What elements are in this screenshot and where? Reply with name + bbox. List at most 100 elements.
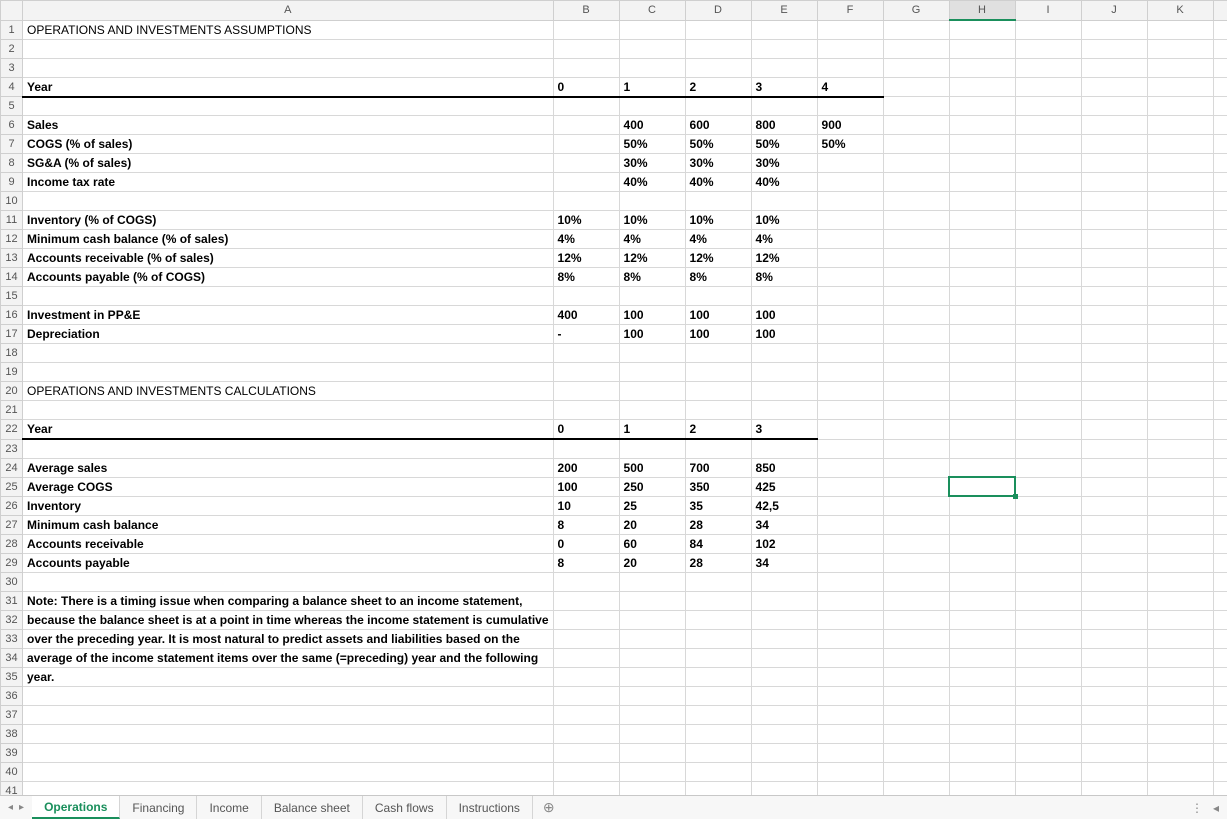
cell-B27[interactable]: 8: [553, 515, 619, 534]
cell-H38[interactable]: [949, 724, 1015, 743]
cell-H30[interactable]: [949, 572, 1015, 591]
cell-G5[interactable]: [883, 97, 949, 116]
cell-I31[interactable]: [1015, 591, 1081, 610]
row-header-27[interactable]: 27: [1, 515, 23, 534]
cell-F11[interactable]: [817, 211, 883, 230]
cell-H6[interactable]: [949, 116, 1015, 135]
cell-F30[interactable]: [817, 572, 883, 591]
cell-F22[interactable]: [817, 420, 883, 440]
cell-A12[interactable]: Minimum cash balance (% of sales): [23, 230, 554, 249]
cell-G15[interactable]: [883, 287, 949, 306]
cell-L4[interactable]: [1213, 77, 1227, 97]
cell-J21[interactable]: [1081, 401, 1147, 420]
cell-D20[interactable]: [685, 382, 751, 401]
cell-C37[interactable]: [619, 705, 685, 724]
column-header-I[interactable]: I: [1015, 1, 1081, 21]
cell-L8[interactable]: [1213, 154, 1227, 173]
cell-B26[interactable]: 10: [553, 496, 619, 515]
cell-F25[interactable]: [817, 477, 883, 496]
cell-A14[interactable]: Accounts payable (% of COGS): [23, 268, 554, 287]
cell-J28[interactable]: [1081, 534, 1147, 553]
cell-D26[interactable]: 35: [685, 496, 751, 515]
cell-K22[interactable]: [1147, 420, 1213, 440]
cell-B39[interactable]: [553, 743, 619, 762]
cell-K7[interactable]: [1147, 135, 1213, 154]
row-header-15[interactable]: 15: [1, 287, 23, 306]
cell-I13[interactable]: [1015, 249, 1081, 268]
cell-H29[interactable]: [949, 553, 1015, 572]
cell-G30[interactable]: [883, 572, 949, 591]
cell-B12[interactable]: 4%: [553, 230, 619, 249]
cell-L16[interactable]: [1213, 306, 1227, 325]
cell-F39[interactable]: [817, 743, 883, 762]
cell-C7[interactable]: 50%: [619, 135, 685, 154]
cell-L39[interactable]: [1213, 743, 1227, 762]
cell-B8[interactable]: [553, 154, 619, 173]
cell-E29[interactable]: 34: [751, 553, 817, 572]
cell-I5[interactable]: [1015, 97, 1081, 116]
cell-A2[interactable]: [23, 39, 554, 58]
cell-K30[interactable]: [1147, 572, 1213, 591]
cell-D3[interactable]: [685, 58, 751, 77]
cell-F16[interactable]: [817, 306, 883, 325]
cell-A30[interactable]: [23, 572, 554, 591]
cell-C13[interactable]: 12%: [619, 249, 685, 268]
cell-L25[interactable]: [1213, 477, 1227, 496]
row-header-35[interactable]: 35: [1, 667, 23, 686]
cell-I10[interactable]: [1015, 192, 1081, 211]
cell-G12[interactable]: [883, 230, 949, 249]
cell-I15[interactable]: [1015, 287, 1081, 306]
cell-E18[interactable]: [751, 344, 817, 363]
cell-F21[interactable]: [817, 401, 883, 420]
cell-H16[interactable]: [949, 306, 1015, 325]
tab-options-icon[interactable]: ⋮: [1191, 801, 1203, 815]
cell-I9[interactable]: [1015, 173, 1081, 192]
cell-L5[interactable]: [1213, 97, 1227, 116]
cell-L1[interactable]: [1213, 20, 1227, 39]
cell-K21[interactable]: [1147, 401, 1213, 420]
row-header-32[interactable]: 32: [1, 610, 23, 629]
cell-H17[interactable]: [949, 325, 1015, 344]
cell-B24[interactable]: 200: [553, 458, 619, 477]
cell-C12[interactable]: 4%: [619, 230, 685, 249]
cell-D13[interactable]: 12%: [685, 249, 751, 268]
cell-G27[interactable]: [883, 515, 949, 534]
cell-J6[interactable]: [1081, 116, 1147, 135]
cell-C20[interactable]: [619, 382, 685, 401]
row-header-12[interactable]: 12: [1, 230, 23, 249]
cell-B30[interactable]: [553, 572, 619, 591]
cell-J9[interactable]: [1081, 173, 1147, 192]
cell-C32[interactable]: [619, 610, 685, 629]
cell-F31[interactable]: [817, 591, 883, 610]
cell-E3[interactable]: [751, 58, 817, 77]
cell-I40[interactable]: [1015, 762, 1081, 781]
cell-I17[interactable]: [1015, 325, 1081, 344]
cell-B11[interactable]: 10%: [553, 211, 619, 230]
cell-D11[interactable]: 10%: [685, 211, 751, 230]
cell-E11[interactable]: 10%: [751, 211, 817, 230]
cell-G21[interactable]: [883, 401, 949, 420]
column-header-C[interactable]: C: [619, 1, 685, 21]
cell-J20[interactable]: [1081, 382, 1147, 401]
cell-G29[interactable]: [883, 553, 949, 572]
cell-I26[interactable]: [1015, 496, 1081, 515]
cell-J35[interactable]: [1081, 667, 1147, 686]
cell-A11[interactable]: Inventory (% of COGS): [23, 211, 554, 230]
cell-F15[interactable]: [817, 287, 883, 306]
row-header-9[interactable]: 9: [1, 173, 23, 192]
cell-E12[interactable]: 4%: [751, 230, 817, 249]
cell-H12[interactable]: [949, 230, 1015, 249]
cell-K24[interactable]: [1147, 458, 1213, 477]
cell-C8[interactable]: 30%: [619, 154, 685, 173]
cell-D29[interactable]: 28: [685, 553, 751, 572]
cell-H7[interactable]: [949, 135, 1015, 154]
cell-A34[interactable]: average of the income statement items ov…: [23, 648, 554, 667]
cell-C23[interactable]: [619, 439, 685, 458]
cell-F13[interactable]: [817, 249, 883, 268]
cell-J19[interactable]: [1081, 363, 1147, 382]
cell-K33[interactable]: [1147, 629, 1213, 648]
cell-H2[interactable]: [949, 39, 1015, 58]
row-header-22[interactable]: 22: [1, 420, 23, 440]
cell-A4[interactable]: Year: [23, 77, 554, 97]
cell-D6[interactable]: 600: [685, 116, 751, 135]
